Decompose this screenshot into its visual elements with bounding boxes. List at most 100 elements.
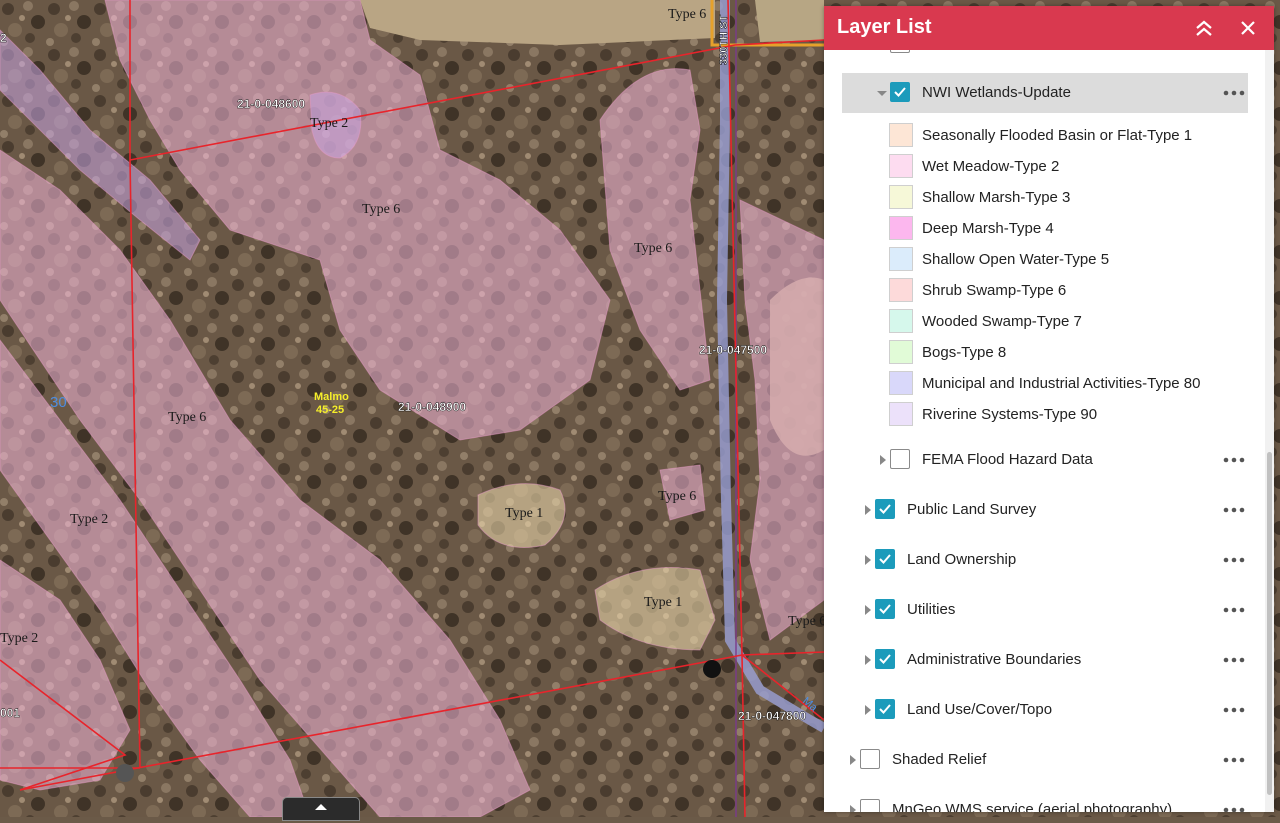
legend-item: Wet Meadow-Type 2 [824,151,1264,182]
map-marker[interactable] [116,764,134,782]
layer-label[interactable]: Public Land Survey [907,501,1036,518]
legend-label: Deep Marsh-Type 4 [922,220,1054,237]
layer-checkbox[interactable] [875,549,895,569]
legend-item: Deep Marsh-Type 4 [824,213,1264,244]
wetland-label: Type 6 [788,614,826,629]
layer-row[interactable]: Public Land Survey [824,490,1264,530]
layer-row-nwi-wetlands[interactable]: NWI Wetlands-Update [842,73,1248,113]
caret-right-icon[interactable] [862,604,874,616]
more-options-icon[interactable] [1222,752,1246,768]
layer-row[interactable]: Land Ownership [824,540,1264,580]
wetland-label: Type 6 [362,202,400,217]
scrollbar-thumb[interactable] [1267,452,1272,795]
layer-label[interactable]: FEMA Flood Hazard Data [922,451,1093,468]
scrollbar[interactable] [1265,50,1274,812]
legend-item: Riverine Systems-Type 90 [824,399,1264,430]
place-label: 45-25 [316,404,344,416]
legend-swatch [889,154,913,178]
layer-checkbox[interactable] [860,799,880,812]
more-options-icon[interactable] [1222,452,1246,468]
legend-swatch [889,247,913,271]
road-label: 330TH ST [718,15,730,65]
attribute-table-toggle[interactable] [282,797,360,821]
layer-row[interactable]: Shaded Relief [824,740,1264,780]
layer-list[interactable]: NWI Wetlands-Update Seasonally Flooded B… [824,50,1264,812]
layer-label[interactable]: Land Ownership [907,551,1016,568]
layer-row[interactable]: MnGeo WMS service (aerial photography) [824,790,1264,812]
wetland-label: Type 6 [168,410,206,425]
layer-label[interactable]: NWI Wetlands-Update [922,84,1071,101]
more-options-icon[interactable] [1222,602,1246,618]
more-options-icon[interactable] [1222,652,1246,668]
layer-checkbox[interactable] [860,749,880,769]
legend-label: Shallow Marsh-Type 3 [922,189,1071,206]
parcel-label: 21-0-047800 [738,709,806,723]
caret-right-icon[interactable] [862,554,874,566]
more-options-icon[interactable] [1222,802,1246,812]
layer-checkbox[interactable] [875,599,895,619]
caret-down-icon[interactable] [876,87,888,99]
caret-right-icon[interactable] [862,704,874,716]
legend-label: Wooded Swamp-Type 7 [922,313,1082,330]
layer-row-clipped[interactable] [824,50,1264,64]
checkmark-icon [879,504,891,514]
map-edge-label: 2 [0,31,7,45]
wetland-label: Type 2 [0,631,38,646]
parcel-label: 001 [0,706,20,720]
layer-label[interactable]: MnGeo WMS service (aerial photography) [892,801,1172,812]
panel-header: Layer List [824,6,1274,50]
checkmark-icon [894,87,906,97]
legend-label: Seasonally Flooded Basin or Flat-Type 1 [922,127,1193,144]
layer-label[interactable]: Land Use/Cover/Topo [907,701,1052,718]
layer-list-panel: Layer List NWI Wetlands-Update Seasonall… [824,6,1274,812]
caret-right-icon[interactable] [847,804,859,812]
layer-checkbox[interactable] [890,449,910,469]
layer-label[interactable]: Administrative Boundaries [907,651,1081,668]
caret-right-icon[interactable] [877,454,889,466]
chevron-up-icon [315,804,327,810]
legend-item: Shallow Open Water-Type 5 [824,244,1264,275]
layer-row[interactable]: Land Use/Cover/Topo [824,690,1264,730]
layer-checkbox[interactable] [875,499,895,519]
more-options-icon[interactable] [1222,85,1246,101]
legend-swatch [889,123,913,147]
legend-item: Shallow Marsh-Type 3 [824,182,1264,213]
legend-swatch [889,340,913,364]
legend-label: Bogs-Type 8 [922,344,1007,361]
checkmark-icon [879,554,891,564]
layer-row[interactable]: Administrative Boundaries [824,640,1264,680]
collapse-button[interactable] [1192,14,1216,42]
layer-checkbox[interactable] [875,649,895,669]
wetland-label: Type 2 [310,116,348,131]
wetland-label: Type 6 [658,489,696,504]
layer-checkbox[interactable] [875,699,895,719]
close-icon [1241,21,1255,35]
layer-label[interactable]: Shaded Relief [892,751,986,768]
place-label: Malmo [314,391,349,403]
caret-right-icon[interactable] [862,654,874,666]
layer-row-fema[interactable]: FEMA Flood Hazard Data [824,440,1264,480]
layer-checkbox[interactable] [890,82,910,102]
close-button[interactable] [1236,14,1260,42]
parcel-label: 21-0-047500 [699,343,767,357]
more-options-icon[interactable] [1222,502,1246,518]
legend-swatch [889,278,913,302]
layer-label[interactable]: Utilities [907,601,955,618]
map-marker[interactable] [703,660,721,678]
checkmark-icon [879,704,891,714]
more-options-icon[interactable] [1222,702,1246,718]
wetland-label: Type 6 [668,7,706,22]
field-area [360,0,715,45]
caret-right-icon[interactable] [862,504,874,516]
double-chevron-up-icon [1196,20,1212,36]
wetland-label: Type 2 [70,512,108,527]
legend-label: Wet Meadow-Type 2 [922,158,1060,175]
caret-right-icon[interactable] [847,754,859,766]
layer-row[interactable]: Utilities [824,590,1264,630]
wetland-label: Type 6 [634,241,672,256]
wetland-label: Type 1 [644,595,682,610]
layer-checkbox[interactable] [890,50,910,53]
legend-item: Bogs-Type 8 [824,337,1264,368]
more-options-icon[interactable] [1222,552,1246,568]
wetland-label: Type 1 [505,506,543,521]
